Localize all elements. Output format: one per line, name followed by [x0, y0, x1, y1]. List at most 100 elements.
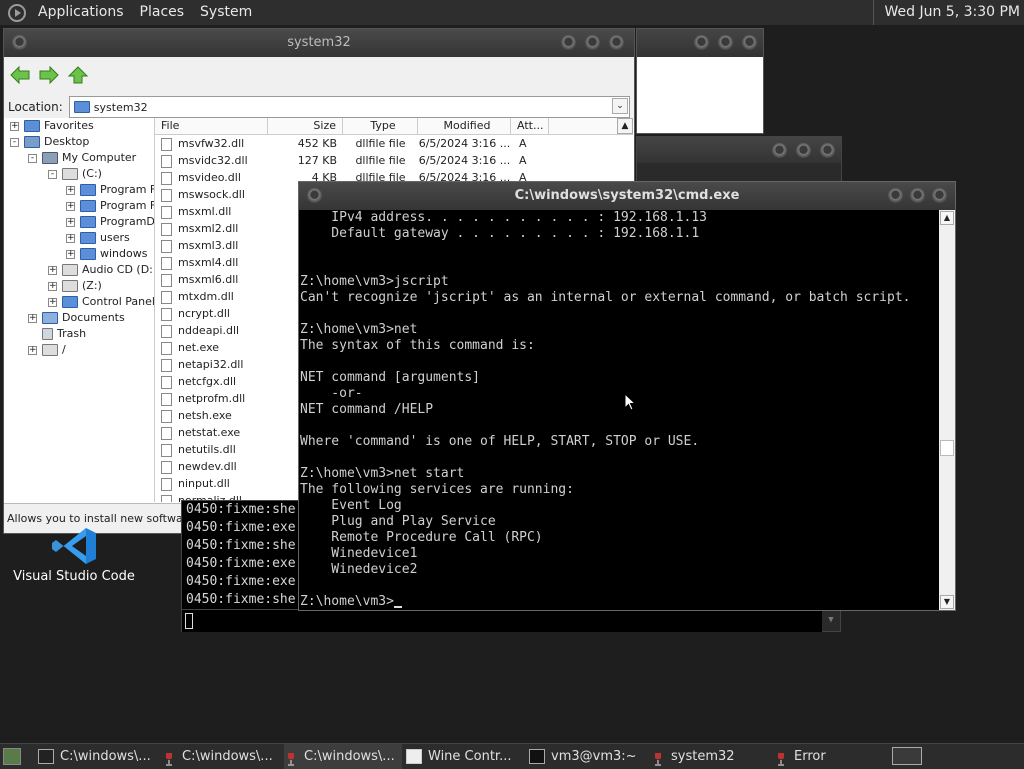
- maximize-icon[interactable]: [910, 188, 925, 203]
- cmd-titlebar[interactable]: C:\windows\system32\cmd.exe: [299, 182, 955, 210]
- expander-icon[interactable]: +: [66, 201, 75, 211]
- expander-icon[interactable]: +: [48, 265, 57, 275]
- tree-item-drive-c[interactable]: - (C:): [48, 166, 102, 182]
- file-icon: [161, 324, 172, 338]
- location-input[interactable]: system32 ⌄: [68, 96, 630, 118]
- menu-places[interactable]: Places: [132, 0, 193, 25]
- clock[interactable]: Wed Jun 5, 3:30 PM: [873, 0, 1020, 25]
- workspace-switcher-icon[interactable]: [892, 747, 922, 765]
- menu-applications[interactable]: Applications: [30, 0, 132, 25]
- tree-item-root[interactable]: + /: [28, 342, 66, 358]
- maximize-icon[interactable]: [796, 143, 811, 158]
- explorer-title: system32: [287, 35, 351, 50]
- file-name-cell: netcfgx.dll: [155, 373, 268, 390]
- file-modified-cell: 6/5/2024 3:16 ...: [418, 137, 511, 150]
- scroll-down-icon[interactable]: ▼: [940, 595, 954, 609]
- expander-icon[interactable]: -: [10, 137, 19, 147]
- up-arrow-icon[interactable]: [68, 66, 88, 84]
- scroll-thumb[interactable]: [940, 440, 954, 456]
- cmd-output[interactable]: IPv4 address. . . . . . . . . . . : 192.…: [299, 210, 939, 610]
- expander-icon[interactable]: +: [28, 345, 37, 355]
- minimize-icon[interactable]: [888, 188, 903, 203]
- column-header-file[interactable]: File: [155, 118, 268, 134]
- back-arrow-icon[interactable]: [10, 66, 30, 84]
- taskbar-item-cmd-3[interactable]: C:\windows\...: [284, 744, 402, 769]
- chevron-down-icon[interactable]: ⌄: [612, 98, 628, 114]
- tree-item-users[interactable]: + users: [66, 230, 130, 246]
- file-icon: [161, 239, 172, 253]
- expander-icon[interactable]: +: [48, 281, 57, 291]
- scroll-up-icon[interactable]: ▲: [940, 211, 954, 225]
- window-menu-icon[interactable]: [307, 188, 322, 203]
- taskbar-item-error[interactable]: Error: [774, 744, 884, 769]
- desktop-icon-label[interactable]: Visual Studio Code: [10, 569, 138, 584]
- column-header-size[interactable]: Size: [268, 118, 343, 134]
- expander-icon[interactable]: +: [66, 249, 75, 259]
- visual-studio-code-icon[interactable]: [48, 526, 100, 566]
- background-window[interactable]: [636, 28, 764, 134]
- column-header-modified[interactable]: Modified: [418, 118, 511, 134]
- tree-item-desktop[interactable]: - Desktop: [10, 134, 89, 150]
- minimize-icon[interactable]: [772, 143, 787, 158]
- taskbar-item-cmd-1[interactable]: C:\windows\...: [38, 744, 156, 769]
- explorer-titlebar[interactable]: system32: [4, 29, 634, 57]
- applications-logo-icon[interactable]: [8, 3, 26, 22]
- expander-icon[interactable]: +: [28, 313, 37, 323]
- minimize-icon[interactable]: [561, 35, 576, 50]
- tree-item-programdata[interactable]: +ProgramDa: [66, 214, 154, 230]
- scroll-up-icon[interactable]: ▲: [617, 118, 633, 134]
- tree-item-trash[interactable]: Trash: [42, 326, 86, 342]
- tree-item-favorites[interactable]: + Favorites: [10, 118, 94, 134]
- expander-icon[interactable]: +: [10, 121, 19, 131]
- tree-item-my-computer[interactable]: - My Computer: [28, 150, 136, 166]
- expander-icon[interactable]: -: [28, 153, 37, 163]
- maximize-icon[interactable]: [585, 35, 600, 50]
- cmd-output-line: Z:\home\vm3>net: [300, 322, 418, 337]
- close-icon[interactable]: [820, 143, 835, 158]
- close-icon[interactable]: [742, 35, 757, 50]
- tree-item-audio-cd[interactable]: + Audio CD (D:): [48, 262, 154, 278]
- file-row[interactable]: msvfw32.dll 452 KB dllfile file 6/5/2024 3:…: [155, 135, 633, 152]
- close-icon[interactable]: [609, 35, 624, 50]
- cmd-output-line: Event Log: [300, 498, 402, 513]
- file-icon: [161, 171, 172, 185]
- scroll-down-icon[interactable]: ▼: [822, 609, 840, 631]
- background-window-2-titlebar[interactable]: [637, 137, 841, 163]
- menu-system[interactable]: System: [192, 0, 260, 25]
- expander-icon[interactable]: +: [66, 185, 75, 195]
- show-desktop-icon[interactable]: [3, 748, 21, 765]
- cmd-output-line: Winedevice1: [300, 546, 418, 561]
- file-row[interactable]: msvidc32.dll 127 KB dllfile file 6/5/2024 3…: [155, 152, 633, 169]
- maximize-icon[interactable]: [718, 35, 733, 50]
- background-window-2[interactable]: [636, 136, 842, 186]
- tree-item-program-files[interactable]: + Program Fi: [66, 182, 154, 198]
- expander-icon[interactable]: +: [66, 233, 75, 243]
- tree-item-drive-z[interactable]: + (Z:): [48, 278, 102, 294]
- file-name-cell: mswsock.dll: [155, 186, 268, 203]
- file-name-cell: netapi32.dll: [155, 356, 268, 373]
- taskbar-item-cmd-2[interactable]: C:\windows\...: [162, 744, 280, 769]
- close-icon[interactable]: [932, 188, 947, 203]
- console-input-line[interactable]: [182, 609, 822, 632]
- cmd-scrollbar[interactable]: ▲ ▼: [939, 210, 955, 610]
- taskbar-item-terminal[interactable]: vm3@vm3:~: [529, 744, 647, 769]
- expander-icon[interactable]: +: [66, 217, 75, 227]
- tree-item-windows[interactable]: + windows: [66, 246, 147, 262]
- forward-arrow-icon[interactable]: [39, 66, 59, 84]
- tree-item-documents[interactable]: + Documents: [28, 310, 125, 326]
- column-header-attributes[interactable]: Att...: [511, 118, 549, 134]
- cmd-output-line: Winedevice2: [300, 562, 418, 577]
- tree-item-program-files-x86[interactable]: + Program Fi: [66, 198, 154, 214]
- expander-icon[interactable]: -: [48, 169, 57, 179]
- minimize-icon[interactable]: [694, 35, 709, 50]
- column-header-type[interactable]: Type: [343, 118, 418, 134]
- background-window-titlebar[interactable]: [637, 29, 763, 57]
- drive-icon: [62, 280, 78, 292]
- expander-icon[interactable]: +: [48, 297, 57, 307]
- tree-item-control-panel[interactable]: + Control Panel: [48, 294, 154, 310]
- taskbar-item-wine-control[interactable]: Wine Contr...: [406, 744, 524, 769]
- file-icon: [161, 443, 172, 457]
- taskbar-item-system32[interactable]: system32: [651, 744, 769, 769]
- folder-tree[interactable]: + Favorites - Desktop - My Computer - (C:) +…: [4, 118, 155, 502]
- window-menu-icon[interactable]: [12, 35, 27, 50]
